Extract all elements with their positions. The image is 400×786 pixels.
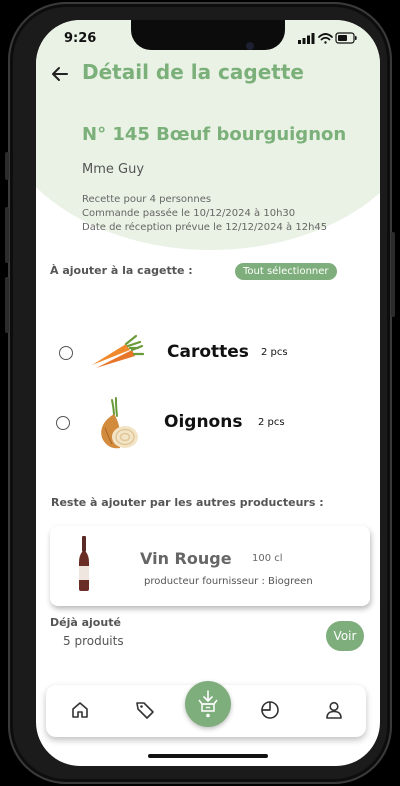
select-all-button[interactable]: Tout sélectionner [235, 263, 337, 280]
status-icons [298, 30, 358, 49]
app-screen: 9:26 Détail de la cagette N° 145 Bœuf bo… [36, 20, 380, 766]
carrot-image [92, 334, 144, 368]
back-arrow-icon[interactable] [50, 64, 70, 84]
onions-radio[interactable] [56, 416, 70, 430]
bottom-nav [46, 681, 366, 737]
order-title: N° 145 Bœuf bourguignon [82, 124, 347, 145]
wine-card: Vin Rouge 100 cl producteur fournisseur … [50, 526, 370, 606]
already-added-label: Déjà ajouté [50, 616, 121, 629]
signal-icon [298, 33, 315, 44]
home-icon[interactable] [70, 700, 90, 720]
view-button[interactable]: Voir [326, 621, 364, 651]
tag-icon[interactable] [135, 700, 155, 720]
delivery-date: Date de réception prévue le 12/12/2024 à… [82, 222, 328, 233]
wine-name: Vin Rouge [140, 549, 232, 568]
wine-producer: producteur fournisseur : Biogreen [144, 576, 313, 587]
carrots-qty: 2 pcs [261, 347, 288, 358]
power-button [391, 232, 395, 317]
volume-up-button [5, 207, 9, 263]
recipe-info: Recette pour 4 personnes [82, 194, 212, 205]
wifi-icon [318, 33, 333, 44]
carrots-radio[interactable] [59, 346, 73, 360]
onions-name: Oignons [164, 412, 243, 432]
phone-frame: 9:26 Détail de la cagette N° 145 Bœuf bo… [5, 2, 395, 784]
volume-down-button [5, 277, 9, 333]
customer-name: Mme Guy [82, 162, 145, 177]
mute-switch [5, 152, 9, 180]
wine-bottle-image [79, 536, 89, 591]
crate-download-icon [198, 690, 218, 718]
chart-pie-icon[interactable] [260, 700, 280, 720]
already-added-count: 5 produits [63, 634, 124, 648]
order-date: Commande passée le 10/12/2024 à 10h30 [82, 208, 296, 219]
others-label: Reste à ajouter par les autres producteu… [51, 496, 324, 509]
user-icon[interactable] [324, 700, 344, 720]
dynamic-island [131, 20, 285, 50]
to-add-label: À ajouter à la cagette : [50, 264, 193, 277]
camera-icon [246, 42, 254, 50]
page-title: Détail de la cagette [82, 60, 304, 84]
home-indicator [148, 754, 268, 758]
onions-qty: 2 pcs [258, 417, 285, 428]
onion-image [101, 397, 138, 449]
crate-download-button[interactable] [185, 681, 231, 727]
status-time: 9:26 [64, 31, 97, 46]
carrots-name: Carottes [167, 342, 249, 362]
wine-volume: 100 cl [252, 553, 283, 564]
battery-icon [335, 32, 357, 44]
